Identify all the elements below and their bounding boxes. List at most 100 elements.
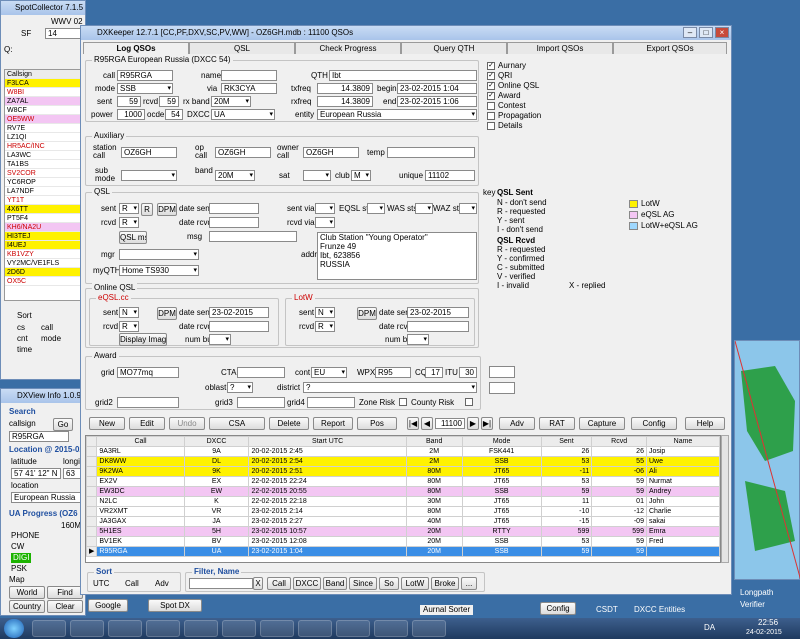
spot-callsign-item[interactable]: LZ1QI [5, 133, 83, 142]
table-row[interactable]: VR2XMT VR 23-02-2015 2:14 80M JT65 -10 -12 Char… [86, 506, 720, 517]
spot-callsign-item[interactable]: OE5WW [5, 115, 83, 124]
temp-field[interactable] [387, 147, 475, 158]
oblast-select[interactable]: ? [227, 382, 253, 393]
table-row[interactable]: ▶ R95RGA UA 23-02-2015 1:04 20M SSB 59 59 [86, 546, 720, 557]
lotw-num-select[interactable] [407, 334, 429, 345]
eqsl-num-select[interactable] [209, 334, 231, 345]
check-details[interactable] [487, 122, 495, 130]
sat-select[interactable] [303, 170, 331, 181]
myqth-select[interactable]: Home TS930 [119, 265, 199, 276]
wpx-field[interactable]: R95 [375, 367, 411, 378]
col-header-band[interactable]: Band [405, 436, 463, 447]
col-header-sent[interactable]: Sent [540, 436, 593, 447]
spot-callsign-item[interactable]: VY2MC/VE1FLS [5, 259, 83, 268]
eqsl-dpm-button[interactable]: DPM [157, 307, 177, 320]
name-field[interactable] [221, 70, 277, 81]
spot-callsign-item[interactable]: LA7NDF [5, 187, 83, 196]
txfreq-field[interactable]: 14.3809 [317, 83, 373, 94]
dxview-callsign-field[interactable]: R95RGA [9, 431, 69, 442]
filter-band-button[interactable]: Band [323, 577, 347, 590]
eqsl-date-sent-field[interactable]: 23-02-2015 [209, 307, 269, 318]
owner-call-field[interactable]: OZ6GH [303, 147, 359, 158]
find-button[interactable]: Find [47, 586, 83, 599]
submode-select[interactable] [121, 170, 177, 181]
spot-callsign-item[interactable]: W8BI [5, 88, 83, 97]
rxfreq-field[interactable]: 14.3809 [317, 96, 373, 107]
date-rcvd-field[interactable] [209, 217, 259, 228]
spot-callsign-item[interactable]: YT1T [5, 196, 83, 205]
col-header-start-utc[interactable]: Start UTC [248, 436, 407, 447]
spot-callsign-item[interactable]: LA3WC [5, 151, 83, 160]
new-button[interactable]: New [89, 417, 125, 430]
table-row[interactable]: BV1EK BV 23-02-2015 12:08 20M SSB 53 59 Fred [86, 536, 720, 547]
filter-broke-button[interactable]: Broke [431, 577, 459, 590]
spot-callsign-item[interactable]: RV7E [5, 124, 83, 133]
rst-rcvd-field[interactable]: 59 [159, 96, 179, 107]
close-button[interactable]: × [715, 27, 729, 38]
table-row[interactable]: 9K2WA 9K 20-02-2015 2:51 80M JT65 -11 -06 Ali [86, 466, 720, 477]
end-field[interactable]: 23-02-2015 1:06 [397, 96, 477, 107]
sent-via-select[interactable] [315, 203, 335, 214]
itu-field[interactable]: 30 [459, 367, 477, 378]
lotw-sent-select[interactable]: N [315, 307, 335, 318]
taskbar-app-10[interactable] [374, 620, 408, 637]
check-qri[interactable]: ✓ [487, 72, 495, 80]
eqsl-date-rcvd-field[interactable] [209, 321, 269, 332]
rxband-select[interactable]: 20M [211, 96, 251, 107]
spot-callsign-item[interactable]: HI3TEJ [5, 232, 83, 241]
grid-scrollbar[interactable] [721, 435, 729, 563]
lotw-rcvd-select[interactable]: R [315, 321, 335, 332]
spot-callsign-item[interactable]: 4X6TT [5, 205, 83, 214]
eqsl-sts-select[interactable] [367, 203, 385, 214]
col-header-rcvd[interactable]: Rcvd [591, 436, 647, 447]
callsign-col-header[interactable]: Callsign [5, 70, 83, 79]
date-sent-field[interactable] [209, 203, 259, 214]
filter-clear-button[interactable]: X [253, 577, 263, 590]
spot-callsign-item[interactable]: I4UEJ [5, 241, 83, 250]
rat-button[interactable]: RAT [539, 417, 575, 430]
spot-callsign-item[interactable]: 2D6D [5, 268, 83, 277]
taskbar-app-1[interactable] [32, 620, 66, 637]
spot-callsign-item[interactable]: TA1BS [5, 160, 83, 169]
qsl-msg-button[interactable]: QSL msg [119, 231, 147, 244]
district-select[interactable]: ? [303, 382, 477, 393]
edit-button[interactable]: Edit [129, 417, 165, 430]
qth-field[interactable]: Ibt [329, 70, 477, 81]
table-row[interactable]: DK8WW DL 20-02-2015 2:54 2M SSB 53 55 Uwe [86, 456, 720, 467]
dxcc-select[interactable]: UA [211, 109, 275, 120]
table-row[interactable]: EW3DC EW 22-02-2015 20:55 80M SSB 59 59 Andrey [86, 486, 720, 497]
tab-log-qsos[interactable]: Log QSOs [83, 42, 189, 54]
spot-callsign-item[interactable]: HR5AC/INC [5, 142, 83, 151]
grid3-field[interactable] [237, 397, 285, 408]
sort-opt-4[interactable]: mode [41, 334, 61, 344]
spot-callsign-item[interactable]: YC6ROP [5, 178, 83, 187]
spot-callsign-item[interactable]: W8CF [5, 106, 83, 115]
spot-callsign-item[interactable]: KH6/NA2U [5, 223, 83, 232]
sort-opt-1[interactable]: cs [17, 323, 25, 333]
record-counter[interactable]: 11100 [435, 418, 465, 429]
rcvd-via-select[interactable] [315, 217, 335, 228]
spot-callsign-item[interactable]: SV2COR [5, 169, 83, 178]
tab-check-progress[interactable]: Check Progress [295, 42, 401, 54]
minimize-button[interactable]: – [683, 27, 697, 38]
last-record-button[interactable]: ▶| [481, 417, 493, 430]
check-online-qsl[interactable]: ✓ [487, 82, 495, 90]
prev-record-button[interactable]: ◀ [421, 417, 433, 430]
check-award[interactable]: ✓ [487, 92, 495, 100]
rst-sent-field[interactable]: 59 [117, 96, 141, 107]
taskbar-app-5[interactable] [184, 620, 218, 637]
tab-import-qsos[interactable]: Import QSOs [507, 42, 613, 54]
check-auxiliary[interactable]: ✓ [487, 62, 495, 70]
clear-button[interactable]: Clear [47, 600, 83, 613]
band-select[interactable]: 20M [215, 170, 255, 181]
tab-qsl[interactable]: QSL [189, 42, 295, 54]
sort-opt-5[interactable]: time [17, 345, 32, 355]
filter-field[interactable] [189, 578, 253, 589]
grid4-field[interactable] [307, 397, 355, 408]
tray-language[interactable]: DA [704, 623, 715, 633]
taskbar-app-7[interactable] [260, 620, 294, 637]
country-button[interactable]: Country [9, 600, 45, 613]
spotdx-button[interactable]: Spot DX [148, 599, 202, 612]
google-button[interactable]: Google [88, 599, 128, 612]
tab-export-qsos[interactable]: Export QSOs [613, 42, 727, 54]
